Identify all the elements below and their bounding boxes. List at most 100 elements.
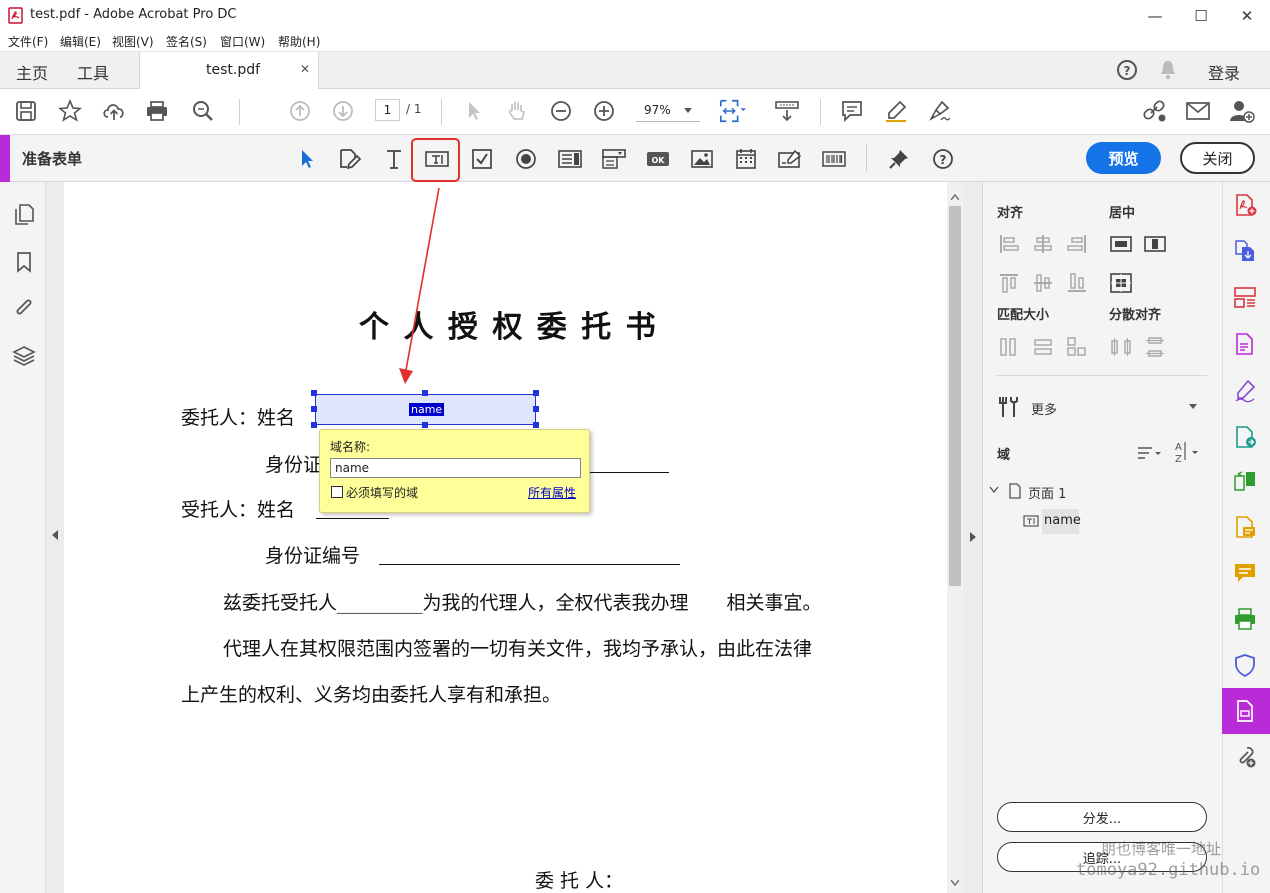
resize-handle[interactable] bbox=[422, 422, 428, 428]
print-icon[interactable] bbox=[143, 97, 171, 125]
menu-edit[interactable]: 编辑(E) bbox=[60, 33, 101, 50]
radio-button-tool-icon[interactable] bbox=[512, 145, 540, 173]
fill-sign-icon[interactable] bbox=[1233, 379, 1257, 403]
zoom-in-icon[interactable] bbox=[590, 97, 618, 125]
export-pdf-icon[interactable] bbox=[1233, 425, 1257, 449]
menu-sign[interactable]: 签名(S) bbox=[166, 33, 207, 50]
required-checkbox[interactable] bbox=[331, 486, 343, 498]
left-panel-toggle[interactable] bbox=[46, 182, 64, 893]
date-field-tool-icon[interactable] bbox=[732, 145, 760, 173]
center-horizontal-icon[interactable] bbox=[1110, 233, 1132, 255]
resize-handle[interactable] bbox=[311, 406, 317, 412]
save-icon[interactable] bbox=[12, 97, 40, 125]
comment-tool-icon[interactable] bbox=[1233, 561, 1257, 585]
scroll-down-icon[interactable] bbox=[951, 880, 959, 886]
star-icon[interactable] bbox=[56, 97, 84, 125]
select-object-icon[interactable] bbox=[293, 145, 321, 173]
cloud-upload-icon[interactable] bbox=[100, 97, 128, 125]
add-user-icon[interactable] bbox=[1228, 97, 1256, 125]
pin-icon[interactable] bbox=[885, 145, 913, 173]
page-thumbnails-icon[interactable] bbox=[12, 202, 36, 226]
send-for-comments-icon[interactable] bbox=[1233, 515, 1257, 539]
print-production-icon[interactable] bbox=[1233, 607, 1257, 631]
tab-home[interactable]: 主页 bbox=[16, 60, 48, 84]
dropdown-tool-icon[interactable] bbox=[600, 145, 628, 173]
match-width-icon[interactable] bbox=[1032, 336, 1054, 358]
field-tree-item[interactable]: name bbox=[1042, 509, 1081, 534]
menu-view[interactable]: 视图(V) bbox=[112, 33, 154, 50]
resize-handle[interactable] bbox=[311, 390, 317, 396]
scrollbar-thumb[interactable] bbox=[949, 206, 961, 586]
align-bottom-icon[interactable] bbox=[1066, 272, 1088, 294]
previous-page-icon[interactable] bbox=[286, 97, 314, 125]
resize-handle[interactable] bbox=[422, 390, 428, 396]
chevron-down-icon[interactable] bbox=[989, 486, 999, 494]
distribute-vertical-icon[interactable] bbox=[1144, 336, 1166, 358]
chevron-down-icon[interactable] bbox=[1189, 404, 1197, 409]
protect-icon[interactable] bbox=[1233, 653, 1257, 677]
page-fit-icon[interactable] bbox=[718, 97, 746, 125]
text-form-field[interactable]: name bbox=[315, 394, 536, 425]
search-icon[interactable] bbox=[189, 97, 217, 125]
page-tree-item[interactable]: 页面 1 bbox=[1028, 483, 1066, 502]
tools-icon[interactable] bbox=[997, 395, 1021, 419]
align-right-icon[interactable] bbox=[1066, 233, 1088, 255]
edit-form-icon[interactable] bbox=[336, 145, 364, 173]
hand-tool-icon[interactable] bbox=[503, 97, 531, 125]
comment-icon[interactable] bbox=[838, 97, 866, 125]
more-label[interactable]: 更多 bbox=[1031, 399, 1057, 418]
organize-pages-icon[interactable] bbox=[1233, 285, 1257, 309]
combine-files-icon[interactable] bbox=[1233, 239, 1257, 263]
menu-window[interactable]: 窗口(W) bbox=[220, 33, 265, 50]
right-panel-toggle[interactable] bbox=[963, 182, 983, 893]
center-both-icon[interactable] bbox=[1110, 272, 1132, 294]
field-name-input[interactable]: name bbox=[330, 458, 581, 478]
create-pdf-icon[interactable] bbox=[1233, 193, 1257, 217]
layers-icon[interactable] bbox=[12, 344, 36, 368]
next-page-icon[interactable] bbox=[329, 97, 357, 125]
email-icon[interactable] bbox=[1184, 97, 1212, 125]
center-vertical-icon[interactable] bbox=[1144, 233, 1166, 255]
align-horizontal-center-icon[interactable] bbox=[1032, 233, 1054, 255]
resize-handle[interactable] bbox=[533, 390, 539, 396]
align-left-icon[interactable] bbox=[998, 233, 1020, 255]
list-box-tool-icon[interactable] bbox=[556, 145, 584, 173]
distribute-button[interactable]: 分发... bbox=[997, 802, 1207, 832]
match-both-icon[interactable] bbox=[1066, 336, 1088, 358]
paperclip-icon[interactable] bbox=[12, 296, 36, 320]
add-text-icon[interactable] bbox=[380, 145, 408, 173]
resize-handle[interactable] bbox=[533, 406, 539, 412]
bookmark-icon[interactable] bbox=[12, 250, 36, 274]
checkbox-tool-icon[interactable] bbox=[468, 145, 496, 173]
image-tool-icon[interactable] bbox=[688, 145, 716, 173]
barcode-tool-icon[interactable] bbox=[820, 145, 848, 173]
tab-close-icon[interactable]: ✕ bbox=[300, 62, 310, 76]
prepare-form-icon[interactable] bbox=[1233, 699, 1257, 723]
minimize-button[interactable]: — bbox=[1132, 0, 1178, 31]
more-tools-icon[interactable] bbox=[1233, 745, 1257, 769]
edit-pdf-icon[interactable] bbox=[1233, 332, 1257, 356]
sort-icon[interactable] bbox=[1136, 444, 1164, 462]
help-icon[interactable]: ? bbox=[1116, 59, 1138, 81]
signature-field-tool-icon[interactable] bbox=[776, 145, 804, 173]
close-window-button[interactable]: ✕ bbox=[1224, 0, 1270, 31]
match-height-icon[interactable] bbox=[998, 336, 1020, 358]
distribute-horizontal-icon[interactable] bbox=[1110, 336, 1132, 358]
scroll-up-icon[interactable] bbox=[951, 194, 959, 200]
highlight-icon[interactable] bbox=[882, 97, 910, 125]
text-field-tool-icon[interactable] bbox=[423, 145, 451, 173]
page-number-input[interactable]: 1 bbox=[375, 99, 400, 121]
share-link-icon[interactable] bbox=[1140, 97, 1168, 125]
tab-document[interactable]: test.pdf ✕ bbox=[139, 52, 319, 90]
resize-handle[interactable] bbox=[311, 422, 317, 428]
scroll-mode-icon[interactable] bbox=[773, 97, 801, 125]
align-top-icon[interactable] bbox=[998, 272, 1020, 294]
compare-files-icon[interactable] bbox=[1233, 470, 1257, 494]
sign-icon[interactable] bbox=[926, 97, 954, 125]
button-tool-icon[interactable]: OK bbox=[644, 145, 672, 173]
select-arrow-icon[interactable] bbox=[460, 97, 488, 125]
maximize-button[interactable]: ☐ bbox=[1178, 0, 1224, 31]
zoom-select[interactable]: 97% bbox=[636, 100, 700, 122]
all-properties-link[interactable]: 所有属性 bbox=[528, 484, 576, 501]
zoom-out-icon[interactable] bbox=[547, 97, 575, 125]
